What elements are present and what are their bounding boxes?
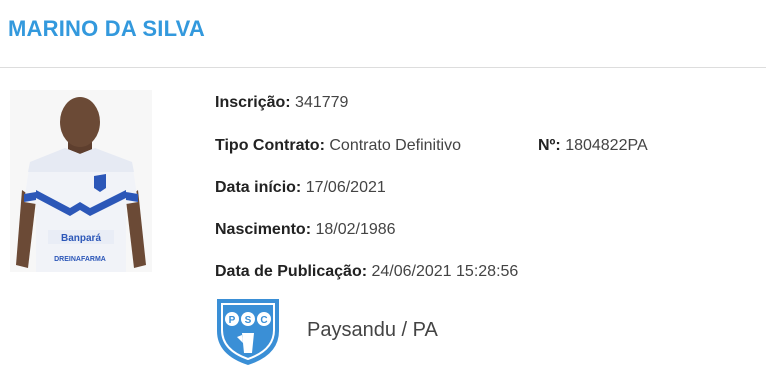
inscricao-row: Inscrição: 341779 <box>215 94 348 112</box>
club-name: Paysandu / PA <box>307 319 438 341</box>
nascimento-value: 18/02/1986 <box>315 221 396 238</box>
tipo-contrato-label: Tipo Contrato: <box>215 137 325 154</box>
crest-letter-c: C <box>260 315 267 326</box>
tipo-contrato-row: Tipo Contrato: Contrato Definitivo Nº: 1… <box>215 137 648 155</box>
crest-letter-s: S <box>245 315 252 326</box>
inscricao-label: Inscrição: <box>215 94 291 111</box>
crest-letter-p: P <box>229 315 236 326</box>
data-publicacao-label: Data de Publicação: <box>215 263 368 280</box>
data-publicacao-value: 24/06/2021 15:28:56 <box>371 263 519 280</box>
tipo-contrato-value: Contrato Definitivo <box>329 137 461 154</box>
numero-field: Nº: 1804822PA <box>538 137 648 155</box>
nascimento-row: Nascimento: 18/02/1986 <box>215 221 396 239</box>
data-inicio-value: 17/06/2021 <box>305 179 386 196</box>
player-photo: Banpará DREINAFARMA <box>10 90 152 272</box>
page-header: MARINO DA SILVA <box>0 0 766 68</box>
player-name: MARINO DA SILVA <box>8 16 205 41</box>
numero-label: Nº: <box>538 137 561 154</box>
jersey-sponsor2-text: DREINAFARMA <box>54 256 106 263</box>
player-photo-image: Banpará DREINAFARMA <box>16 97 146 272</box>
data-publicacao-row: Data de Publicação: 24/06/2021 15:28:56 <box>215 263 518 281</box>
club-crest-icon: P S C <box>217 299 279 365</box>
nascimento-label: Nascimento: <box>215 221 312 238</box>
jersey-sponsor-text: Banpará <box>61 233 101 244</box>
data-inicio-label: Data início: <box>215 179 302 196</box>
data-inicio-row: Data início: 17/06/2021 <box>215 179 386 197</box>
numero-value: 1804822PA <box>565 137 648 154</box>
inscricao-value: 341779 <box>295 94 349 111</box>
